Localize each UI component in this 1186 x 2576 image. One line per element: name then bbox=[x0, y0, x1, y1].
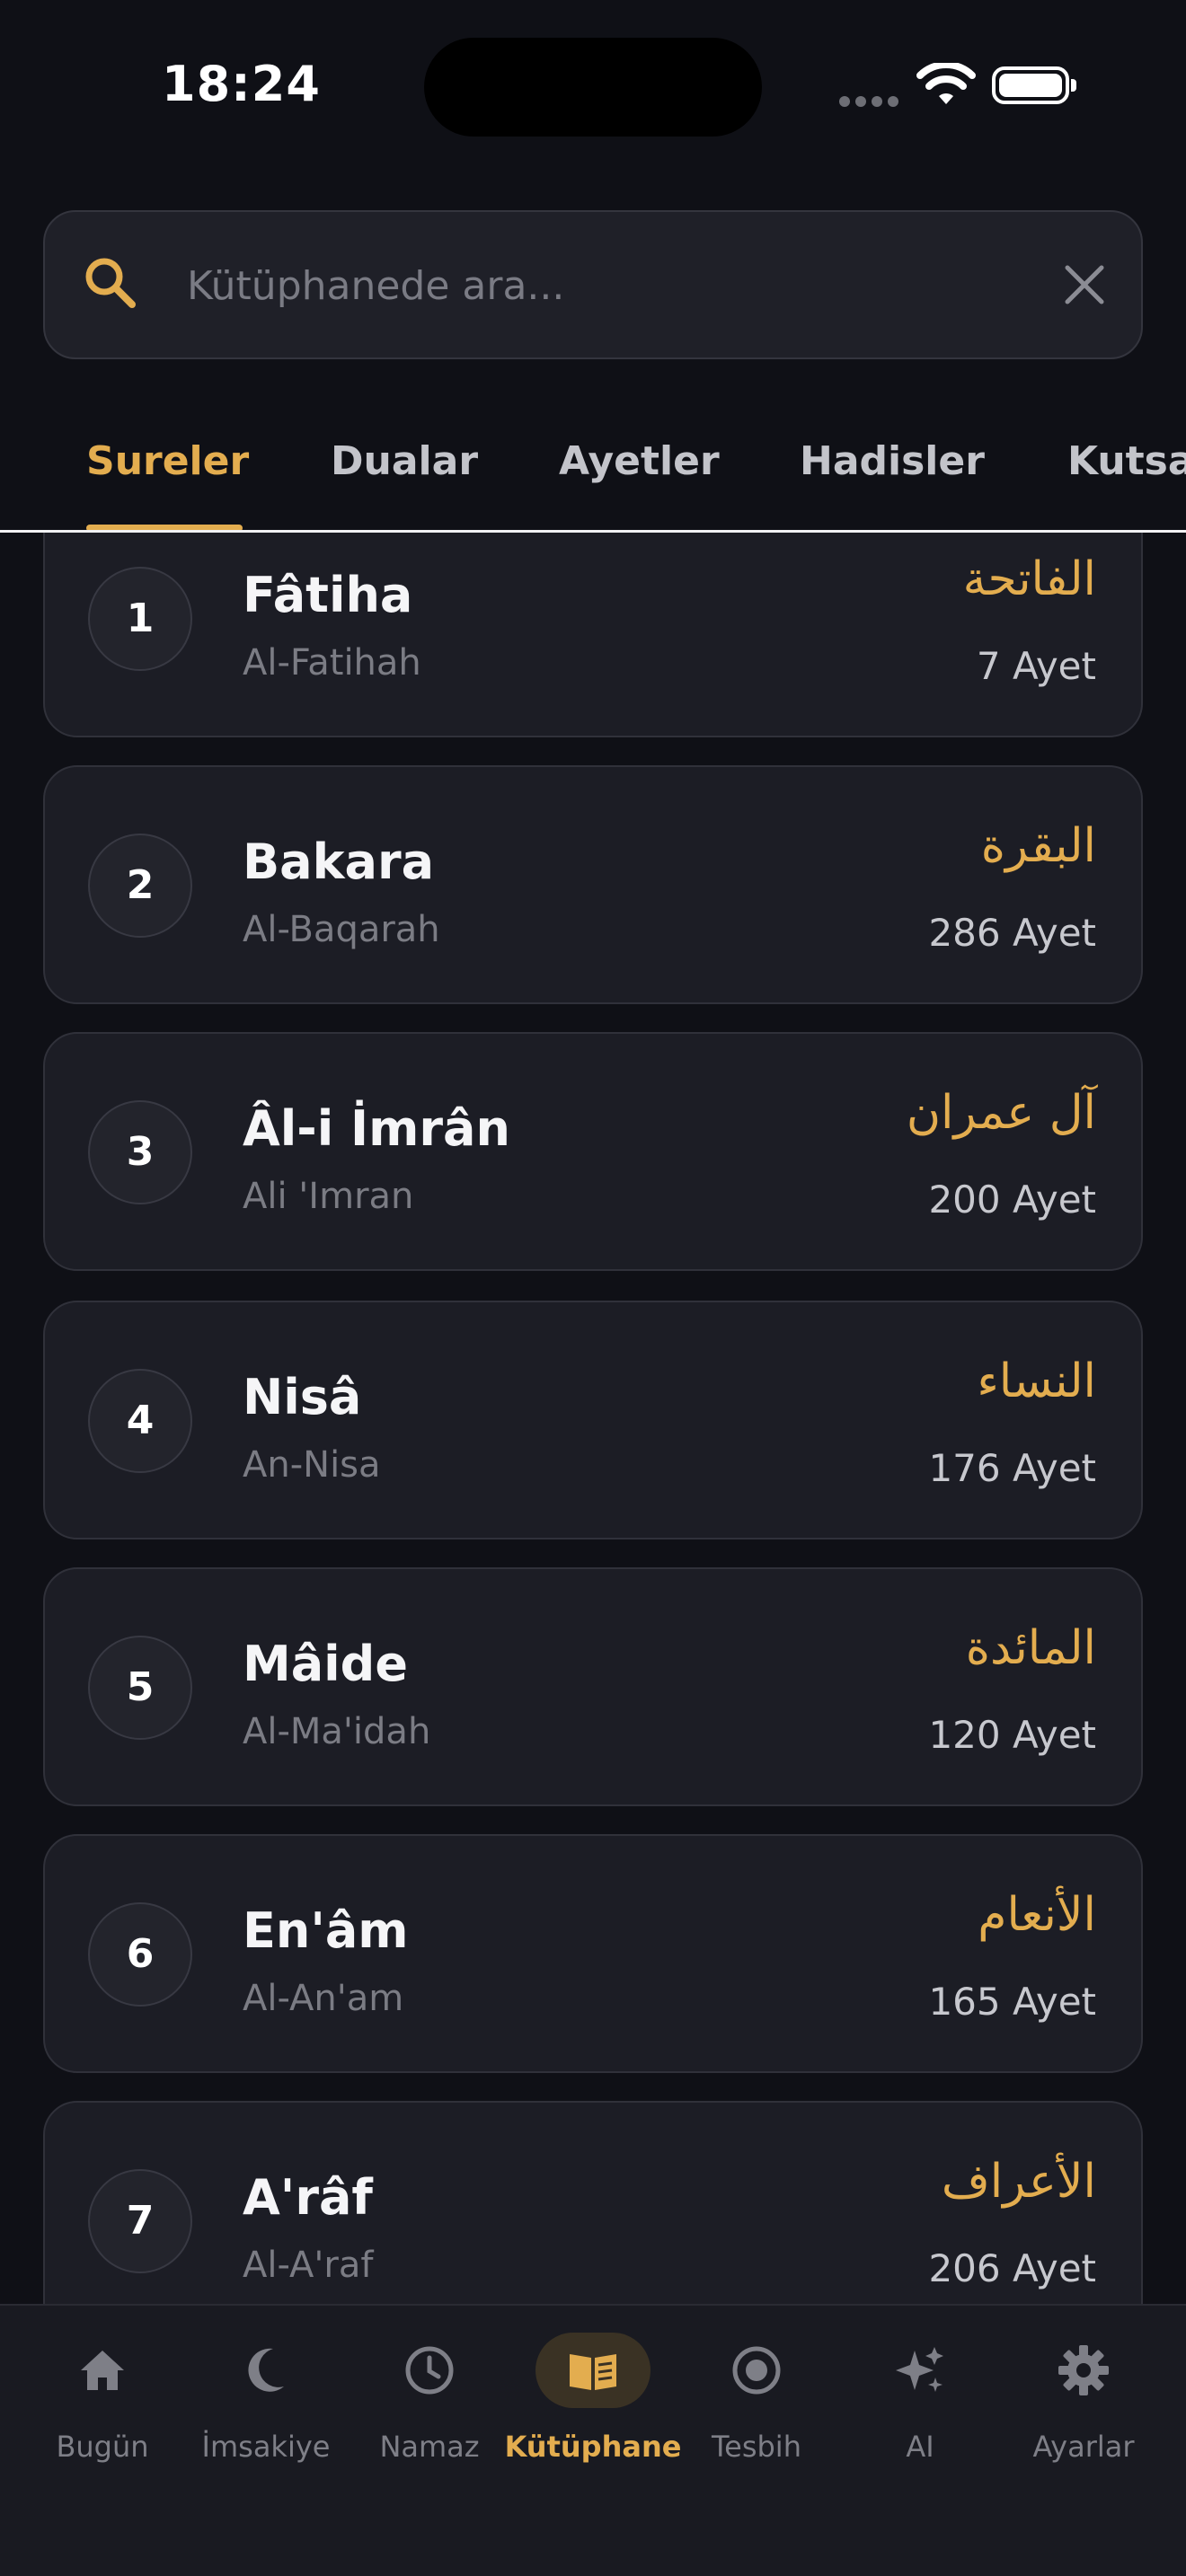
surah-number: 5 bbox=[88, 1636, 192, 1740]
surah-latin-name: Al-Ma'idah bbox=[243, 1711, 431, 1752]
surah-arabic-name: المائدة bbox=[965, 1621, 1096, 1675]
dynamic-island bbox=[424, 38, 762, 137]
tesbih-icon bbox=[699, 2333, 814, 2408]
search-icon bbox=[83, 255, 138, 314]
surah-arabic-name: آل عمران bbox=[906, 1086, 1096, 1140]
surah-number: 4 bbox=[88, 1369, 192, 1473]
surah-card[interactable]: 4 Nisâ An-Nisa النساء 176 Ayet bbox=[43, 1301, 1143, 1539]
surah-card[interactable]: 6 En'âm Al-An'am الأنعام 165 Ayet bbox=[43, 1834, 1143, 2073]
nav-label: Ayarlar bbox=[1032, 2430, 1135, 2464]
surah-name: Nisâ bbox=[243, 1369, 362, 1425]
surah-name: Fâtiha bbox=[243, 567, 413, 623]
surah-latin-name: Ali 'Imran bbox=[243, 1176, 414, 1217]
status-time: 18:24 bbox=[162, 56, 321, 112]
tab-dualar[interactable]: Dualar bbox=[331, 438, 478, 484]
category-tabs: Sureler Dualar Ayetler Hadisler Kutsal G… bbox=[0, 411, 1186, 532]
surah-latin-name: An-Nisa bbox=[243, 1444, 381, 1486]
surah-number: 6 bbox=[88, 1902, 192, 2007]
home-icon bbox=[45, 2333, 160, 2408]
surah-arabic-name: الأنعام bbox=[978, 1888, 1096, 1942]
nav-item-imsakiye[interactable]: İmsakiye bbox=[185, 2333, 347, 2476]
surah-card[interactable]: 1 Fâtiha Al-Fatihah الفاتحة 7 Ayet bbox=[43, 533, 1143, 737]
surah-verse-count: 176 Ayet bbox=[928, 1446, 1096, 1490]
tab-ayetler[interactable]: Ayetler bbox=[559, 438, 720, 484]
nav-item-ai[interactable]: AI bbox=[839, 2333, 1001, 2476]
surah-latin-name: Al-A'raf bbox=[243, 2245, 374, 2286]
surah-name: A'râf bbox=[243, 2169, 373, 2226]
surah-name: Bakara bbox=[243, 834, 435, 890]
surah-verse-count: 200 Ayet bbox=[928, 1178, 1096, 1222]
surah-verse-count: 7 Ayet bbox=[976, 644, 1096, 688]
surah-latin-name: Al-An'am bbox=[243, 1978, 404, 2019]
surah-number: 1 bbox=[88, 567, 192, 671]
nav-item-tesbih[interactable]: Tesbih bbox=[676, 2333, 837, 2476]
surah-card[interactable]: 3 Âl-i İmrân Ali 'Imran آل عمران 200 Aye… bbox=[43, 1032, 1143, 1271]
wifi-icon bbox=[916, 61, 976, 111]
tab-kutsal-geceler[interactable]: Kutsal Geceler bbox=[1067, 438, 1186, 484]
sparkles-icon bbox=[863, 2333, 978, 2408]
surah-latin-name: Al-Fatihah bbox=[243, 642, 421, 684]
tab-hadisler[interactable]: Hadisler bbox=[800, 438, 985, 484]
search-bar[interactable] bbox=[43, 210, 1143, 359]
surah-name: Mâide bbox=[243, 1636, 408, 1692]
nav-item-bugun[interactable]: Bugün bbox=[22, 2333, 183, 2476]
surah-number: 7 bbox=[88, 2169, 192, 2273]
nav-item-ayarlar[interactable]: Ayarlar bbox=[1003, 2333, 1164, 2476]
book-icon bbox=[535, 2333, 651, 2408]
surah-arabic-name: الفاتحة bbox=[962, 552, 1096, 606]
surah-card[interactable]: 5 Mâide Al-Ma'idah المائدة 120 Ayet bbox=[43, 1567, 1143, 1806]
clock-icon bbox=[372, 2333, 487, 2408]
battery-icon bbox=[992, 66, 1076, 104]
surah-latin-name: Al-Baqarah bbox=[243, 909, 440, 950]
surah-verse-count: 286 Ayet bbox=[928, 911, 1096, 955]
surah-name: En'âm bbox=[243, 1902, 409, 1959]
surah-arabic-name: البقرة bbox=[980, 819, 1096, 873]
surah-arabic-name: الأعراف bbox=[941, 2155, 1096, 2209]
nav-item-kutuphane[interactable]: Kütüphane bbox=[505, 2333, 681, 2476]
search-input[interactable] bbox=[185, 253, 997, 318]
status-bar: 18:24 bbox=[0, 0, 1186, 171]
surah-card[interactable]: 7 A'râf Al-A'raf الأعراف 206 Ayet bbox=[43, 2101, 1143, 2304]
moon-icon bbox=[208, 2333, 323, 2408]
bottom-tab-bar: Bugün İmsakiye Namaz Kütüphane Tesbih AI… bbox=[0, 2304, 1186, 2576]
surah-number: 3 bbox=[88, 1100, 192, 1204]
close-icon[interactable] bbox=[1058, 259, 1111, 314]
surah-card[interactable]: 2 Bakara Al-Baqarah البقرة 286 Ayet bbox=[43, 765, 1143, 1004]
surah-number: 2 bbox=[88, 834, 192, 938]
surah-verse-count: 120 Ayet bbox=[928, 1713, 1096, 1757]
surah-verse-count: 165 Ayet bbox=[928, 1980, 1096, 2024]
surah-list[interactable]: 1 Fâtiha Al-Fatihah الفاتحة 7 Ayet 2 Bak… bbox=[0, 533, 1186, 2304]
nav-item-namaz[interactable]: Namaz bbox=[349, 2333, 510, 2476]
surah-verse-count: 206 Ayet bbox=[928, 2246, 1096, 2290]
surah-name: Âl-i İmrân bbox=[243, 1100, 510, 1157]
surah-arabic-name: النساء bbox=[977, 1354, 1096, 1408]
gear-icon bbox=[1026, 2333, 1141, 2408]
cellular-signal-icon bbox=[839, 93, 904, 110]
tab-sureler[interactable]: Sureler bbox=[86, 438, 249, 484]
